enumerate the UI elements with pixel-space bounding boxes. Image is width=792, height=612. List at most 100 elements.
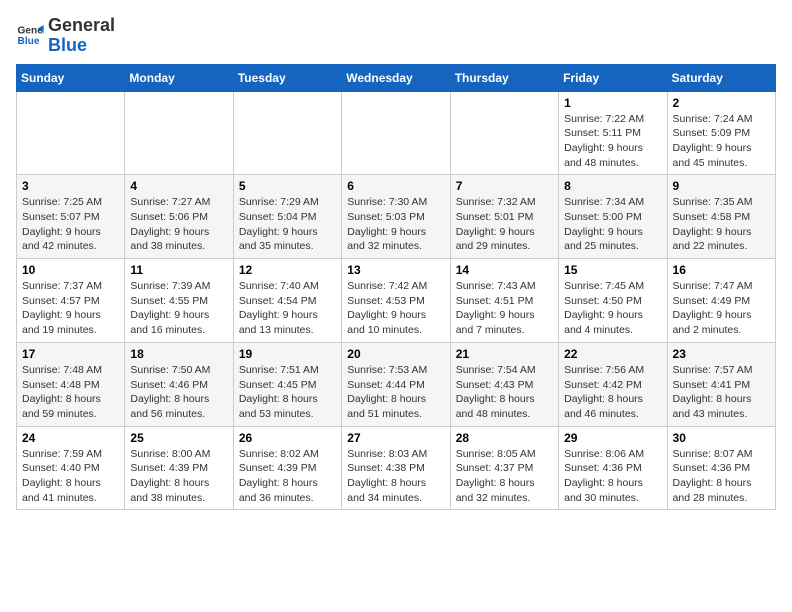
- day-info: Sunrise: 8:06 AM Sunset: 4:36 PM Dayligh…: [564, 447, 661, 506]
- weekday-header-friday: Friday: [559, 64, 667, 91]
- calendar-week-5: 24 Sunrise: 7:59 AM Sunset: 4:40 PM Dayli…: [17, 426, 776, 510]
- calendar-cell: 8Sunrise: 7:34 AM Sunset: 5:00 PM Daylig…: [559, 175, 667, 259]
- calendar-cell: 14Sunrise: 7:43 AM Sunset: 4:51 PM Dayli…: [450, 259, 558, 343]
- day-info: Sunrise: 7:47 AM Sunset: 4:49 PM Dayligh…: [673, 279, 770, 338]
- calendar-cell: 16 Sunrise: 7:47 AM Sunset: 4:49 PM Dayli…: [667, 259, 775, 343]
- calendar-cell: 3 Sunrise: 7:25 AM Sunset: 5:07 PM Daylig…: [17, 175, 125, 259]
- calendar-cell: 27 Sunrise: 8:03 AM Sunset: 4:38 PM Dayli…: [342, 426, 450, 510]
- weekday-header-monday: Monday: [125, 64, 233, 91]
- day-number: 6: [347, 179, 444, 193]
- calendar-week-1: 1Sunrise: 7:22 AM Sunset: 5:11 PM Daylig…: [17, 91, 776, 175]
- weekday-header-wednesday: Wednesday: [342, 64, 450, 91]
- calendar-cell: 23 Sunrise: 7:57 AM Sunset: 4:41 PM Dayli…: [667, 342, 775, 426]
- day-info: Sunrise: 7:45 AM Sunset: 4:50 PM Dayligh…: [564, 279, 661, 338]
- calendar-cell: [233, 91, 341, 175]
- weekday-header-thursday: Thursday: [450, 64, 558, 91]
- day-info: Sunrise: 7:51 AM Sunset: 4:45 PM Dayligh…: [239, 363, 336, 422]
- day-number: 10: [22, 263, 119, 277]
- calendar-cell: 9 Sunrise: 7:35 AM Sunset: 4:58 PM Daylig…: [667, 175, 775, 259]
- calendar-cell: [342, 91, 450, 175]
- calendar-week-2: 3 Sunrise: 7:25 AM Sunset: 5:07 PM Daylig…: [17, 175, 776, 259]
- day-info: Sunrise: 7:32 AM Sunset: 5:01 PM Dayligh…: [456, 195, 553, 254]
- day-info: Sunrise: 7:43 AM Sunset: 4:51 PM Dayligh…: [456, 279, 553, 338]
- calendar-header-row: SundayMondayTuesdayWednesdayThursdayFrid…: [17, 64, 776, 91]
- calendar-cell: 18 Sunrise: 7:50 AM Sunset: 4:46 PM Dayli…: [125, 342, 233, 426]
- day-number: 4: [130, 179, 227, 193]
- day-number: 24: [22, 431, 119, 445]
- day-number: 29: [564, 431, 661, 445]
- calendar-cell: 22Sunrise: 7:56 AM Sunset: 4:42 PM Dayli…: [559, 342, 667, 426]
- calendar-cell: 1Sunrise: 7:22 AM Sunset: 5:11 PM Daylig…: [559, 91, 667, 175]
- day-number: 17: [22, 347, 119, 361]
- logo-icon: General Blue: [16, 22, 44, 50]
- day-info: Sunrise: 7:42 AM Sunset: 4:53 PM Dayligh…: [347, 279, 444, 338]
- day-number: 20: [347, 347, 444, 361]
- day-info: Sunrise: 7:59 AM Sunset: 4:40 PM Dayligh…: [22, 447, 119, 506]
- day-info: Sunrise: 8:00 AM Sunset: 4:39 PM Dayligh…: [130, 447, 227, 506]
- day-info: Sunrise: 7:57 AM Sunset: 4:41 PM Dayligh…: [673, 363, 770, 422]
- day-number: 3: [22, 179, 119, 193]
- day-info: Sunrise: 7:50 AM Sunset: 4:46 PM Dayligh…: [130, 363, 227, 422]
- day-number: 25: [130, 431, 227, 445]
- day-info: Sunrise: 7:22 AM Sunset: 5:11 PM Dayligh…: [564, 112, 661, 171]
- calendar-cell: 10 Sunrise: 7:37 AM Sunset: 4:57 PM Dayli…: [17, 259, 125, 343]
- weekday-header-sunday: Sunday: [17, 64, 125, 91]
- day-number: 16: [673, 263, 770, 277]
- day-info: Sunrise: 7:24 AM Sunset: 5:09 PM Dayligh…: [673, 112, 770, 171]
- day-info: Sunrise: 8:05 AM Sunset: 4:37 PM Dayligh…: [456, 447, 553, 506]
- day-info: Sunrise: 7:30 AM Sunset: 5:03 PM Dayligh…: [347, 195, 444, 254]
- day-info: Sunrise: 7:27 AM Sunset: 5:06 PM Dayligh…: [130, 195, 227, 254]
- calendar-cell: [17, 91, 125, 175]
- day-number: 5: [239, 179, 336, 193]
- day-number: 19: [239, 347, 336, 361]
- day-number: 15: [564, 263, 661, 277]
- day-number: 21: [456, 347, 553, 361]
- day-number: 27: [347, 431, 444, 445]
- calendar-cell: 19 Sunrise: 7:51 AM Sunset: 4:45 PM Dayli…: [233, 342, 341, 426]
- calendar-cell: 6 Sunrise: 7:30 AM Sunset: 5:03 PM Daylig…: [342, 175, 450, 259]
- calendar-cell: 13 Sunrise: 7:42 AM Sunset: 4:53 PM Dayli…: [342, 259, 450, 343]
- day-number: 22: [564, 347, 661, 361]
- day-number: 30: [673, 431, 770, 445]
- logo: General Blue GeneralBlue: [16, 16, 115, 56]
- page-header: General Blue GeneralBlue: [16, 16, 776, 56]
- calendar-cell: 15 Sunrise: 7:45 AM Sunset: 4:50 PM Dayli…: [559, 259, 667, 343]
- calendar-cell: 29 Sunrise: 8:06 AM Sunset: 4:36 PM Dayli…: [559, 426, 667, 510]
- day-info: Sunrise: 7:53 AM Sunset: 4:44 PM Dayligh…: [347, 363, 444, 422]
- day-number: 7: [456, 179, 553, 193]
- day-number: 13: [347, 263, 444, 277]
- calendar-cell: 20 Sunrise: 7:53 AM Sunset: 4:44 PM Dayli…: [342, 342, 450, 426]
- svg-text:Blue: Blue: [18, 36, 40, 47]
- day-info: Sunrise: 8:03 AM Sunset: 4:38 PM Dayligh…: [347, 447, 444, 506]
- calendar-cell: [125, 91, 233, 175]
- calendar-cell: 24 Sunrise: 7:59 AM Sunset: 4:40 PM Dayli…: [17, 426, 125, 510]
- weekday-header-saturday: Saturday: [667, 64, 775, 91]
- calendar-cell: 7 Sunrise: 7:32 AM Sunset: 5:01 PM Daylig…: [450, 175, 558, 259]
- day-number: 26: [239, 431, 336, 445]
- day-info: Sunrise: 7:35 AM Sunset: 4:58 PM Dayligh…: [673, 195, 770, 254]
- calendar-week-4: 17 Sunrise: 7:48 AM Sunset: 4:48 PM Dayli…: [17, 342, 776, 426]
- day-number: 2: [673, 96, 770, 110]
- day-info: Sunrise: 7:34 AM Sunset: 5:00 PM Dayligh…: [564, 195, 661, 254]
- calendar-cell: 17 Sunrise: 7:48 AM Sunset: 4:48 PM Dayli…: [17, 342, 125, 426]
- calendar-cell: 26Sunrise: 8:02 AM Sunset: 4:39 PM Dayli…: [233, 426, 341, 510]
- day-info: Sunrise: 7:48 AM Sunset: 4:48 PM Dayligh…: [22, 363, 119, 422]
- day-number: 23: [673, 347, 770, 361]
- day-number: 18: [130, 347, 227, 361]
- calendar-cell: 11Sunrise: 7:39 AM Sunset: 4:55 PM Dayli…: [125, 259, 233, 343]
- weekday-header-tuesday: Tuesday: [233, 64, 341, 91]
- day-number: 12: [239, 263, 336, 277]
- calendar-table: SundayMondayTuesdayWednesdayThursdayFrid…: [16, 64, 776, 511]
- day-info: Sunrise: 7:37 AM Sunset: 4:57 PM Dayligh…: [22, 279, 119, 338]
- day-info: Sunrise: 7:40 AM Sunset: 4:54 PM Dayligh…: [239, 279, 336, 338]
- calendar-cell: [450, 91, 558, 175]
- logo-text: GeneralBlue: [48, 16, 115, 56]
- day-info: Sunrise: 7:54 AM Sunset: 4:43 PM Dayligh…: [456, 363, 553, 422]
- calendar-cell: 4 Sunrise: 7:27 AM Sunset: 5:06 PM Daylig…: [125, 175, 233, 259]
- day-info: Sunrise: 7:25 AM Sunset: 5:07 PM Dayligh…: [22, 195, 119, 254]
- calendar-cell: 30Sunrise: 8:07 AM Sunset: 4:36 PM Dayli…: [667, 426, 775, 510]
- day-number: 9: [673, 179, 770, 193]
- day-number: 11: [130, 263, 227, 277]
- day-info: Sunrise: 7:29 AM Sunset: 5:04 PM Dayligh…: [239, 195, 336, 254]
- calendar-cell: 5 Sunrise: 7:29 AM Sunset: 5:04 PM Daylig…: [233, 175, 341, 259]
